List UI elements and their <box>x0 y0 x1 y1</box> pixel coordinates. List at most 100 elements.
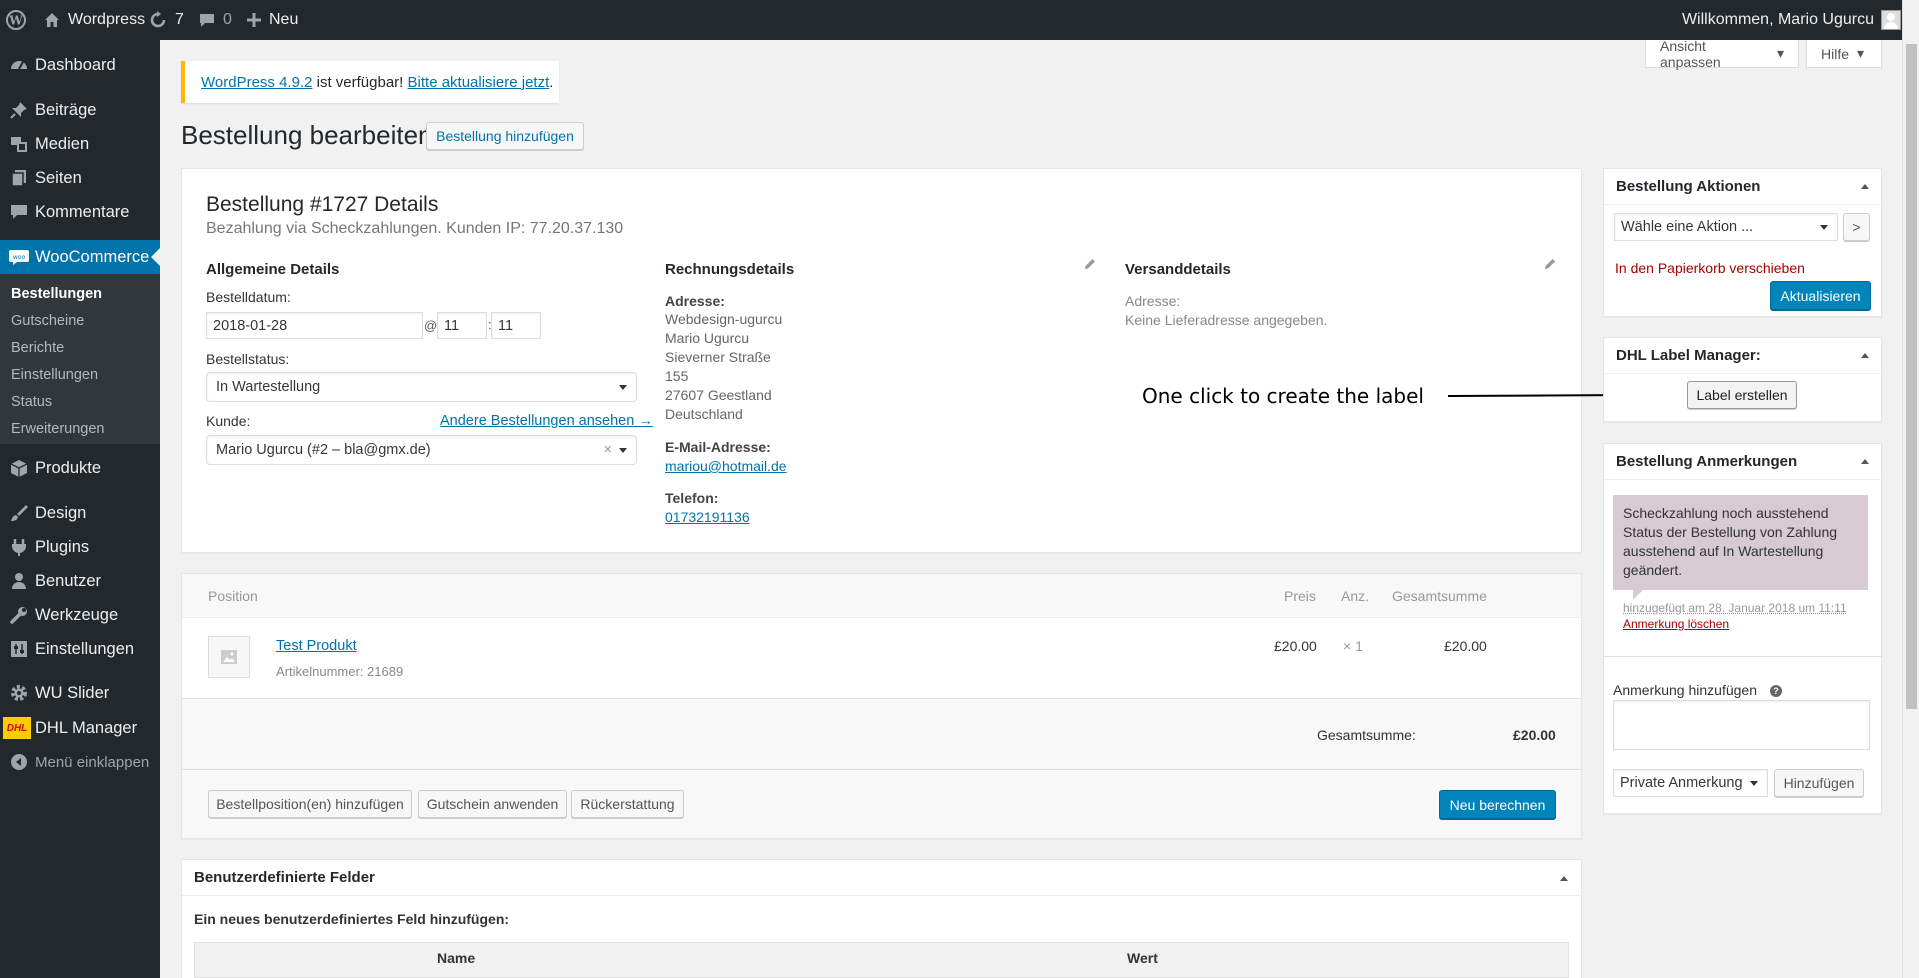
add-line-items-button[interactable]: Bestellposition(en) hinzufügen <box>208 790 412 818</box>
column-header-name: Name <box>437 950 475 966</box>
update-now-link[interactable]: Bitte aktualisiere jetzt <box>408 74 550 91</box>
sidebar-item-plugins[interactable]: Plugins <box>0 532 160 562</box>
other-orders-link[interactable]: Andere Bestellungen ansehen → <box>440 413 653 429</box>
updates-menu[interactable]: 7 <box>148 0 184 40</box>
updates-icon <box>148 10 168 30</box>
sidebar-item-label: Plugins <box>35 538 89 557</box>
submenu-item-settings[interactable]: Einstellungen <box>11 367 98 383</box>
sidebar-item-label: WooCommerce <box>35 248 149 267</box>
sidebar-item-woocommerce[interactable]: woo WooCommerce <box>0 240 160 274</box>
delete-note-link[interactable]: Anmerkung löschen <box>1623 617 1729 631</box>
edit-shipping-pencil-icon[interactable] <box>1544 258 1556 270</box>
collapse-toggle-icon[interactable] <box>1560 876 1568 881</box>
pages-icon <box>7 168 31 188</box>
refund-button[interactable]: Rückerstattung <box>571 790 684 818</box>
order-actions-title: Bestellung Aktionen <box>1616 178 1760 195</box>
order-date-input[interactable]: 2018-01-28 <box>206 312 423 339</box>
account-menu[interactable]: Willkommen, Mario Ugurcu <box>1682 0 1901 40</box>
add-order-button[interactable]: Bestellung hinzufügen <box>426 122 584 150</box>
annotation-text: One click to create the label <box>1142 384 1424 408</box>
edit-billing-pencil-icon[interactable] <box>1084 258 1096 270</box>
wp-logo-menu[interactable]: W <box>6 0 26 40</box>
screen-options-button[interactable]: Ansicht anpassen ▾ <box>1645 40 1799 68</box>
sidebar-item-dashboard[interactable]: Dashboard <box>0 50 160 80</box>
wordpress-version-link[interactable]: WordPress 4.9.2 <box>201 74 312 91</box>
sidebar-item-wu-slider[interactable]: WU Slider <box>0 678 160 708</box>
shipping-address-label: Adresse: <box>1125 293 1180 309</box>
apply-action-button[interactable]: > <box>1843 213 1870 241</box>
sidebar-item-label: DHL Manager <box>35 719 137 738</box>
submenu-item-reports[interactable]: Berichte <box>11 340 64 356</box>
sidebar-item-label: Benutzer <box>35 572 101 591</box>
recalculate-button[interactable]: Neu berechnen <box>1439 790 1556 819</box>
order-action-select[interactable]: Wähle eine Aktion ... <box>1614 213 1838 241</box>
column-header-value: Wert <box>1127 950 1158 966</box>
note-textarea[interactable] <box>1613 700 1870 750</box>
move-to-trash-link[interactable]: In den Papierkorb verschieben <box>1615 260 1805 276</box>
page-scrollbar[interactable] <box>1902 0 1919 978</box>
sidebar-item-pages[interactable]: Seiten <box>0 163 160 193</box>
collapse-toggle-icon[interactable] <box>1861 459 1869 464</box>
chevron-down-icon <box>619 448 627 453</box>
dhl-box-title: DHL Label Manager: <box>1616 347 1761 364</box>
sidebar-item-settings[interactable]: Einstellungen <box>0 634 160 664</box>
order-actions-header: Bestellung Aktionen <box>1604 169 1881 205</box>
collapse-toggle-icon[interactable] <box>1861 184 1869 189</box>
collapse-toggle-icon[interactable] <box>1861 353 1869 358</box>
sidebar-item-label: Medien <box>35 135 89 154</box>
clear-customer-icon[interactable]: × <box>604 442 612 458</box>
sidebar-item-comments[interactable]: Kommentare <box>0 197 160 227</box>
billing-address-line: Deutschland <box>665 405 743 424</box>
brush-icon <box>7 503 31 523</box>
order-status-select[interactable]: In Wartestellung <box>206 372 637 402</box>
billing-address-line: 27607 Geestland <box>665 386 772 405</box>
image-placeholder-icon <box>220 649 238 665</box>
new-content-menu[interactable]: Neu <box>246 0 298 40</box>
custom-fields-header <box>182 860 1581 896</box>
product-name-link[interactable]: Test Produkt <box>276 638 357 654</box>
column-header-position: Position <box>208 588 258 604</box>
users-icon <box>7 571 31 591</box>
submenu-item-extensions[interactable]: Erweiterungen <box>11 421 105 437</box>
submenu-item-orders[interactable]: Bestellungen <box>11 286 102 302</box>
comments-menu[interactable]: 0 <box>198 0 232 40</box>
plugins-icon <box>7 537 31 557</box>
customer-select[interactable]: Mario Ugurcu (#2 – bla@gmx.de) × <box>206 435 637 465</box>
submenu-item-status[interactable]: Status <box>11 394 52 410</box>
grand-total-value: £20.00 <box>1513 727 1556 743</box>
pin-icon <box>7 100 31 120</box>
sidebar-item-dhl-manager[interactable]: DHL DHL Manager <box>0 712 160 744</box>
apply-coupon-button[interactable]: Gutschein anwenden <box>418 790 567 818</box>
current-menu-arrow <box>151 248 160 266</box>
create-label-button[interactable]: Label erstellen <box>1687 381 1797 409</box>
sidebar-item-products[interactable]: Produkte <box>0 453 160 483</box>
sidebar-item-users[interactable]: Benutzer <box>0 566 160 596</box>
sidebar-item-posts[interactable]: Beiträge <box>0 95 160 125</box>
collapse-menu-button[interactable]: Menü einklappen <box>0 747 160 777</box>
help-button[interactable]: Hilfe ▾ <box>1806 40 1882 68</box>
svg-text:W: W <box>8 14 23 28</box>
sidebar-item-media[interactable]: Medien <box>0 129 160 159</box>
svg-text:woo: woo <box>13 254 26 261</box>
submenu-item-coupons[interactable]: Gutscheine <box>11 313 84 329</box>
scrollbar-thumb[interactable] <box>1906 44 1917 709</box>
billing-phone-label: Telefon: <box>665 490 718 506</box>
billing-details-title: Rechnungsdetails <box>665 261 794 278</box>
sidebar-item-label: Menü einklappen <box>35 754 149 771</box>
sidebar-item-tools[interactable]: Werkzeuge <box>0 600 160 630</box>
note-type-select[interactable]: Private Anmerkung <box>1613 769 1768 797</box>
billing-email-link[interactable]: mariou@hotmail.de <box>665 458 787 474</box>
grand-total-label: Gesamtsumme: <box>1317 727 1416 743</box>
order-hour-input[interactable]: 11 <box>437 312 487 339</box>
add-note-button[interactable]: Hinzufügen <box>1774 769 1864 797</box>
update-order-button[interactable]: Aktualisieren <box>1770 281 1871 310</box>
billing-phone-link[interactable]: 01732191136 <box>665 509 750 525</box>
sidebar-item-label: Produkte <box>35 459 101 478</box>
order-minute-input[interactable]: 11 <box>491 312 541 339</box>
site-name-menu[interactable]: Wordpress <box>43 0 145 40</box>
chevron-down-icon: ▾ <box>1777 45 1784 62</box>
sidebar-item-design[interactable]: Design <box>0 498 160 528</box>
help-tip-icon[interactable]: ? <box>1770 685 1782 697</box>
update-notice: WordPress 4.9.2 ist verfügbar! Bitte akt… <box>181 61 559 103</box>
sidebar-item-label: Werkzeuge <box>35 606 118 625</box>
